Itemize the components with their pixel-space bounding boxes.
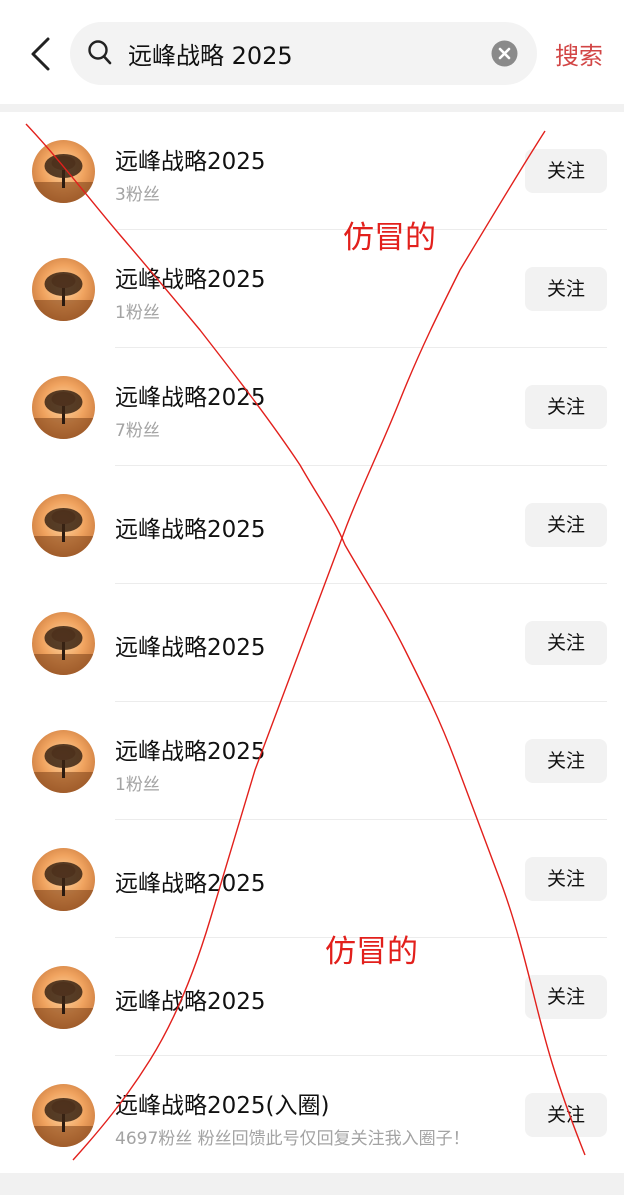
account-name: 远峰战略2025 <box>115 989 266 1015</box>
result-row[interactable]: 远峰战略2025 1粉丝 关注 <box>0 702 624 820</box>
follow-button[interactable]: 关注 <box>525 1093 607 1137</box>
tree-sunset-icon <box>32 154 95 203</box>
search-button[interactable]: 搜索 <box>555 36 603 71</box>
tree-sunset-icon <box>32 980 95 1029</box>
account-name: 远峰战略2025 <box>115 517 266 543</box>
counterfeit-stamp-bottom: 仿冒的 <box>325 934 418 970</box>
avatar[interactable] <box>32 848 95 911</box>
account-name: 远峰战略2025 <box>115 385 266 411</box>
clear-icon[interactable] <box>491 40 518 67</box>
follow-button[interactable]: 关注 <box>525 739 607 783</box>
account-name: 远峰战略2025 <box>115 635 266 661</box>
follow-button[interactable]: 关注 <box>525 267 607 311</box>
tree-sunset-icon <box>32 744 95 793</box>
account-name: 远峰战略2025 <box>115 149 266 175</box>
follow-button[interactable]: 关注 <box>525 385 607 429</box>
tree-sunset-icon <box>32 508 95 557</box>
result-row[interactable]: 远峰战略2025 1粉丝 关注 <box>0 230 624 348</box>
follow-button[interactable]: 关注 <box>525 621 607 665</box>
account-name: 远峰战略2025 <box>115 267 266 293</box>
result-row[interactable]: 远峰战略2025 关注 <box>0 466 624 584</box>
fan-count: 1粉丝 <box>115 303 160 323</box>
counterfeit-stamp-top: 仿冒的 <box>343 220 436 256</box>
account-name: 远峰战略2025(入圈) <box>115 1093 330 1119</box>
bottom-divider <box>0 1173 624 1195</box>
search-header: 搜索 <box>0 0 624 104</box>
result-row[interactable]: 远峰战略2025 关注 <box>0 584 624 702</box>
avatar[interactable] <box>32 1084 95 1147</box>
account-name: 远峰战略2025 <box>115 871 266 897</box>
avatar[interactable] <box>32 258 95 321</box>
fan-count: 3粉丝 <box>115 185 160 205</box>
follow-button[interactable]: 关注 <box>525 503 607 547</box>
follow-button[interactable]: 关注 <box>525 857 607 901</box>
tree-sunset-icon <box>32 1098 95 1147</box>
result-row[interactable]: 远峰战略2025(入圈) 4697粉丝 粉丝回馈此号仅回复关注我入圈子！ 关注 <box>0 1056 624 1174</box>
avatar[interactable] <box>32 612 95 675</box>
follow-button[interactable]: 关注 <box>525 149 607 193</box>
search-input[interactable] <box>128 22 488 85</box>
tree-sunset-icon <box>32 626 95 675</box>
fan-count: 7粉丝 <box>115 421 160 441</box>
back-icon[interactable] <box>26 36 56 72</box>
tree-sunset-icon <box>32 862 95 911</box>
result-row[interactable]: 远峰战略2025 关注 <box>0 938 624 1056</box>
fan-count: 4697粉丝 粉丝回馈此号仅回复关注我入圈子！ <box>115 1129 470 1149</box>
tree-sunset-icon <box>32 390 95 439</box>
search-icon <box>88 40 112 65</box>
result-row[interactable]: 远峰战略2025 7粉丝 关注 <box>0 348 624 466</box>
search-box[interactable] <box>70 22 537 85</box>
account-name: 远峰战略2025 <box>115 739 266 765</box>
avatar[interactable] <box>32 730 95 793</box>
avatar[interactable] <box>32 494 95 557</box>
avatar[interactable] <box>32 140 95 203</box>
tree-sunset-icon <box>32 272 95 321</box>
fan-count: 1粉丝 <box>115 775 160 795</box>
result-row[interactable]: 远峰战略2025 3粉丝 关注 <box>0 112 624 230</box>
header-divider <box>0 104 624 112</box>
result-row[interactable]: 远峰战略2025 关注 <box>0 820 624 938</box>
follow-button[interactable]: 关注 <box>525 975 607 1019</box>
avatar[interactable] <box>32 376 95 439</box>
avatar[interactable] <box>32 966 95 1029</box>
